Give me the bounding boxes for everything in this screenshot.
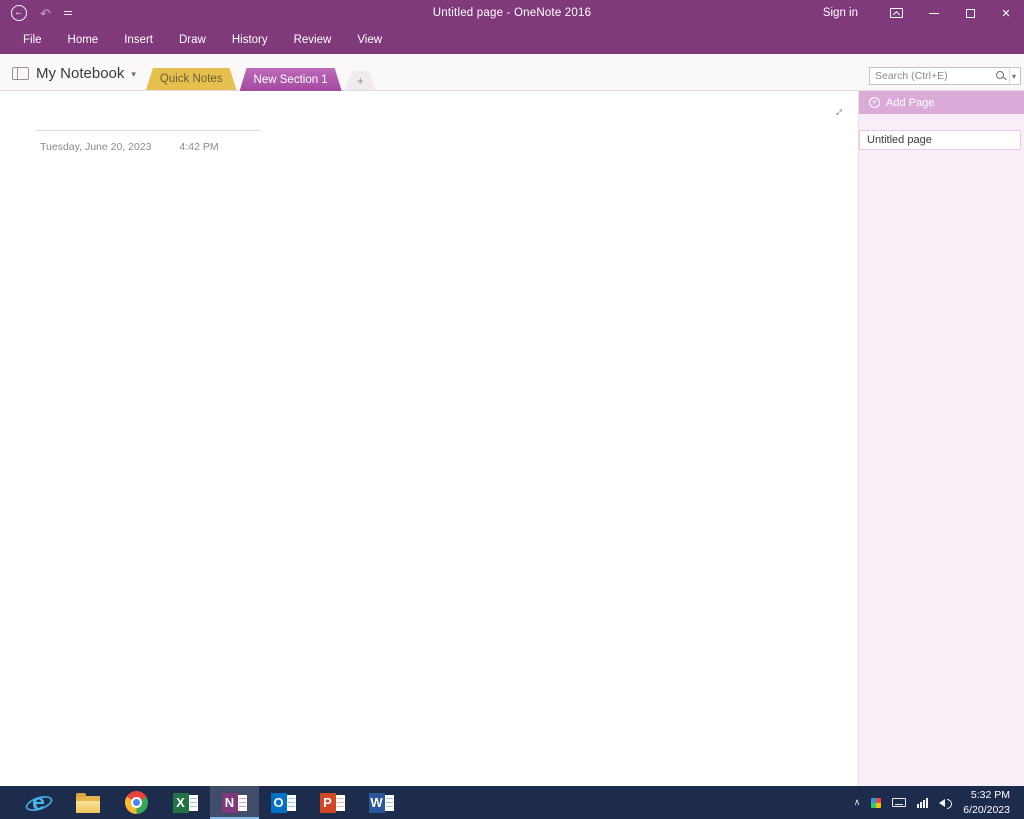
system-tray: ∧ 5:32 PM 6/20/2023	[854, 788, 1024, 816]
onenote-window: ← ↶ Untitled page - OneNote 2016 Sign in…	[0, 0, 1024, 819]
ribbon-tab-bar: File Home Insert Draw History Review Vie…	[0, 26, 1024, 54]
taskbar-excel-button[interactable]: X	[161, 786, 210, 819]
page-canvas[interactable]: ↔ Tuesday, June 20, 2023 4:42 PM	[0, 91, 858, 786]
tab-draw[interactable]: Draw	[166, 26, 219, 54]
titlebar: ← ↶ Untitled page - OneNote 2016 Sign in…	[0, 0, 1024, 26]
maximize-icon	[966, 9, 975, 18]
touch-keyboard-icon[interactable]	[892, 798, 906, 807]
customize-quick-access-toolbar-icon[interactable]	[64, 11, 72, 15]
tab-file[interactable]: File	[10, 26, 55, 54]
clock-date: 6/20/2023	[963, 803, 1010, 817]
notebook-dropdown[interactable]: My Notebook ▾	[0, 65, 140, 90]
clock-time: 5:32 PM	[963, 788, 1010, 802]
page-date-time: Tuesday, June 20, 2023 4:42 PM	[40, 141, 219, 153]
ribbon-display-options-icon	[890, 8, 903, 18]
search-input[interactable]	[870, 70, 995, 82]
taskbar-word-button[interactable]: W	[357, 786, 406, 819]
taskbar-clock[interactable]: 5:32 PM 6/20/2023	[963, 788, 1016, 816]
close-button[interactable]: ✕	[988, 0, 1024, 26]
page-list-sidebar: + Add Page Untitled page	[858, 91, 1024, 786]
notebook-name: My Notebook	[36, 65, 124, 82]
section-tab-new-section-1[interactable]: New Section 1	[240, 68, 342, 91]
search-icon[interactable]	[995, 70, 1007, 82]
taskbar-onenote-button[interactable]: N	[210, 786, 259, 819]
taskbar-apps: e X N	[14, 786, 406, 819]
taskbar-internet-explorer-button[interactable]: e	[14, 786, 63, 819]
back-arrow-icon: ←	[14, 8, 24, 18]
onenote-icon: N	[222, 792, 248, 814]
tab-home[interactable]: Home	[55, 26, 112, 54]
undo-button[interactable]: ↶	[40, 7, 51, 20]
tray-app-icon[interactable]	[871, 798, 881, 808]
tab-history[interactable]: History	[219, 26, 281, 54]
tab-insert[interactable]: Insert	[111, 26, 166, 54]
section-tab-quick-notes[interactable]: Quick Notes	[146, 68, 237, 90]
network-icon[interactable]	[917, 798, 928, 808]
outlook-icon: O	[271, 792, 297, 814]
page-title-input[interactable]	[35, 117, 260, 131]
ribbon-display-options-button[interactable]	[876, 0, 916, 26]
content-area: ↔ Tuesday, June 20, 2023 4:42 PM + Add P…	[0, 91, 1024, 786]
taskbar-outlook-button[interactable]: O	[259, 786, 308, 819]
full-page-view-icon[interactable]: ↔	[828, 101, 848, 121]
word-icon: W	[369, 792, 395, 814]
search-box: ▾	[869, 67, 1021, 85]
page-list-item-untitled[interactable]: Untitled page	[859, 130, 1021, 150]
add-section-button[interactable]: +	[345, 71, 376, 90]
volume-icon[interactable]	[939, 797, 952, 809]
tab-view[interactable]: View	[344, 26, 395, 54]
excel-icon: X	[173, 792, 199, 814]
taskbar: e X N	[0, 786, 1024, 819]
add-page-label: Add Page	[886, 97, 934, 109]
section-tabs: Quick Notes New Section 1 +	[146, 67, 379, 90]
taskbar-file-explorer-button[interactable]	[63, 786, 112, 819]
file-explorer-icon	[76, 796, 100, 813]
close-icon: ✕	[1001, 7, 1010, 20]
internet-explorer-icon: e	[26, 791, 52, 815]
taskbar-chrome-button[interactable]	[112, 786, 161, 819]
chevron-down-icon: ▾	[1012, 72, 1016, 81]
minimize-button[interactable]	[916, 0, 952, 26]
sign-in-button[interactable]: Sign in	[805, 7, 876, 19]
add-page-button[interactable]: + Add Page	[859, 91, 1024, 114]
chrome-icon	[125, 791, 148, 814]
hidden-icons-chevron-icon[interactable]: ∧	[854, 797, 861, 808]
page-list: Untitled page	[859, 130, 1024, 150]
powerpoint-icon: P	[320, 792, 346, 814]
tab-review[interactable]: Review	[281, 26, 345, 54]
back-button[interactable]: ←	[11, 5, 27, 21]
search-scope-dropdown[interactable]: ▾	[1009, 68, 1020, 84]
maximize-button[interactable]	[952, 0, 988, 26]
taskbar-powerpoint-button[interactable]: P	[308, 786, 357, 819]
notebook-bar: My Notebook ▾ Quick Notes New Section 1 …	[0, 54, 1024, 91]
undo-icon: ↶	[40, 6, 51, 21]
page-time: 4:42 PM	[180, 141, 219, 153]
page-date: Tuesday, June 20, 2023	[40, 141, 152, 153]
notebook-icon	[12, 67, 29, 80]
minimize-icon	[929, 13, 939, 14]
chevron-down-icon: ▾	[131, 69, 136, 80]
plus-icon: +	[869, 97, 880, 108]
